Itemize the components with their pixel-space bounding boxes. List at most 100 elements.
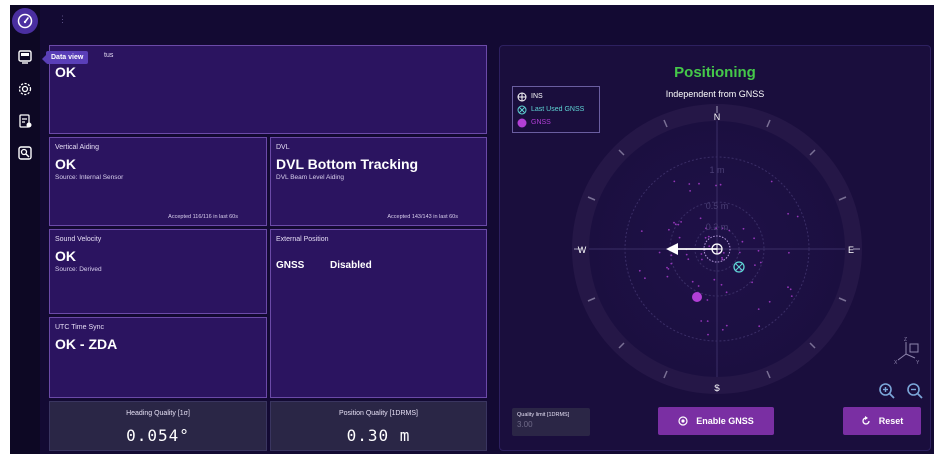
heading-quality-label: Heading Quality [1σ] <box>126 410 190 417</box>
gnss-scatter-dot <box>678 236 681 239</box>
quality-limit-field[interactable]: Quality limit [1DRMS] 3.00 <box>512 408 590 436</box>
gnss-scatter-dot <box>707 235 710 238</box>
gnss-scatter-dot <box>644 277 646 280</box>
status-panel: tus OK <box>49 45 487 134</box>
gnss-scatter-dot <box>722 252 725 254</box>
gnss-scatter-dot <box>687 258 690 261</box>
gnss-scatter-dot <box>770 180 773 183</box>
external-position-panel: External Position GNSS Disabled <box>270 229 487 398</box>
reset-label: Reset <box>878 416 904 426</box>
sound-velocity-panel: Sound Velocity OK Source: Derived <box>49 229 267 314</box>
gnss-scatter-dot <box>699 217 702 220</box>
gnss-scatter-dot <box>725 291 728 294</box>
log-file-icon[interactable] <box>13 109 37 133</box>
gnss-scatter-dot <box>728 229 731 232</box>
gnss-scatter-dot <box>757 249 760 252</box>
dashboard-icon[interactable] <box>12 8 38 34</box>
gnss-scatter-dot <box>689 190 691 192</box>
enable-gnss-button[interactable]: Enable GNSS <box>658 407 774 435</box>
gnss-scatter-dot <box>673 180 676 183</box>
vertical-aiding-label: Vertical Aiding <box>55 144 99 151</box>
gnss-scatter-dot <box>757 308 760 310</box>
quality-limit-value: 3.00 <box>517 420 533 429</box>
gnss-scatter-dot <box>753 237 755 240</box>
settings-gear-icon[interactable] <box>13 77 37 101</box>
gnss-label: GNSS <box>276 260 305 271</box>
gnss-scatter-dot <box>698 182 700 185</box>
gnss-scatter-dot <box>719 183 722 186</box>
gnss-scatter-dot <box>787 286 789 289</box>
gnss-scatter-dot <box>790 295 793 297</box>
gnss-scatter-dot <box>685 253 688 256</box>
positioning-panel: N S W E 1 m 0.5 m 0.2 m Z X Y Positionin… <box>499 45 931 451</box>
vertical-aiding-value: OK <box>55 156 76 172</box>
gnss-scatter-dot <box>667 268 670 270</box>
east-label: E <box>848 245 854 255</box>
zoom-out-icon[interactable] <box>906 382 924 400</box>
west-label: W <box>578 245 587 255</box>
reset-button[interactable]: Reset <box>843 407 921 435</box>
external-position-label: External Position <box>276 236 329 243</box>
south-label: S <box>714 383 720 393</box>
gnss-scatter-dot <box>721 328 724 331</box>
status-value: OK <box>55 64 76 80</box>
gnss-scatter-dot <box>638 269 641 272</box>
gnss-scatter-dot <box>758 325 761 328</box>
gnss-scatter-dot <box>706 320 709 322</box>
ins-icon <box>517 92 527 101</box>
gnss-scatter-dot <box>725 324 728 327</box>
dvl-label: DVL <box>276 144 290 151</box>
gnss-scatter-dot <box>738 251 741 254</box>
ring-label-02m: 0.2 m <box>706 222 729 232</box>
gnss-scatter-dot <box>768 300 771 303</box>
legend-item-last-gnss: Last Used GNSS <box>517 103 595 116</box>
status-label: tus <box>104 52 114 59</box>
vertical-aiding-accepted: Accepted 116/116 in last 60s <box>168 214 238 220</box>
gnss-scatter-dot <box>754 264 756 266</box>
utc-time-sync-value: OK - ZDA <box>55 336 118 352</box>
gnss-scatter-dot <box>707 333 709 336</box>
legend-label-gnss: GNSS <box>531 119 551 126</box>
legend-label-last-gnss: Last Used GNSS <box>531 106 585 113</box>
utc-time-sync-label: UTC Time Sync <box>55 324 105 331</box>
gnss-scatter-dot <box>640 230 643 233</box>
quality-limit-label: Quality limit [1DRMS] <box>517 412 570 418</box>
ring-label-05m: 0.5 m <box>706 201 729 211</box>
last-gnss-icon <box>517 105 527 114</box>
gnss-scatter-dot <box>697 285 700 287</box>
sound-velocity-value: OK <box>55 248 76 264</box>
gnss-scatter-dot <box>715 184 717 187</box>
axis-gizmo-icon <box>897 342 919 361</box>
gnss-scatter-dot <box>706 299 709 301</box>
data-view-icon[interactable] <box>13 45 37 69</box>
gnss-scatter-dot <box>789 288 792 291</box>
vertical-aiding-source: Source: Internal Sensor <box>55 174 124 181</box>
positioning-title: Positioning <box>674 64 756 81</box>
gnss-scatter-dot <box>700 320 703 322</box>
gnss-scatter-dot <box>742 227 745 230</box>
axis-label-y: Y <box>916 360 920 366</box>
position-quality-box: Position Quality [1DRMS] 0.30 m <box>270 401 487 451</box>
gnss-scatter-dot <box>700 253 703 255</box>
dvl-value: DVL Bottom Tracking <box>276 156 419 172</box>
gnss-scatter-dot <box>701 258 703 261</box>
sidebar <box>10 5 40 454</box>
position-quality-value: 0.30 m <box>346 426 411 445</box>
data-view-tooltip: Data view <box>41 51 89 64</box>
sound-velocity-source: Source: Derived <box>55 266 102 273</box>
enable-gnss-label: Enable GNSS <box>696 416 754 426</box>
diagnostics-icon[interactable] <box>13 141 37 165</box>
axis-label-x: X <box>894 360 898 366</box>
dvl-accepted: Accepted 143/143 in last 60s <box>387 214 458 220</box>
zoom-in-icon[interactable] <box>878 382 896 400</box>
topbar-menu-icon[interactable]: ⋮ <box>58 14 67 25</box>
dvl-source: DVL Beam Level Aiding <box>276 174 345 181</box>
gnss-scatter-dot <box>688 183 691 185</box>
gnss-scatter-dot <box>666 275 669 278</box>
app-window: Data view ⋮ tus OK Vertical Aiding OK So… <box>10 5 934 454</box>
heading-quality-value: 0.054° <box>126 426 190 445</box>
gnss-scatter-dot <box>788 251 790 254</box>
gnss-scatter-dot <box>670 254 673 257</box>
gnss-status-value: Disabled <box>330 260 372 271</box>
ring-label-1m: 1 m <box>709 165 724 175</box>
